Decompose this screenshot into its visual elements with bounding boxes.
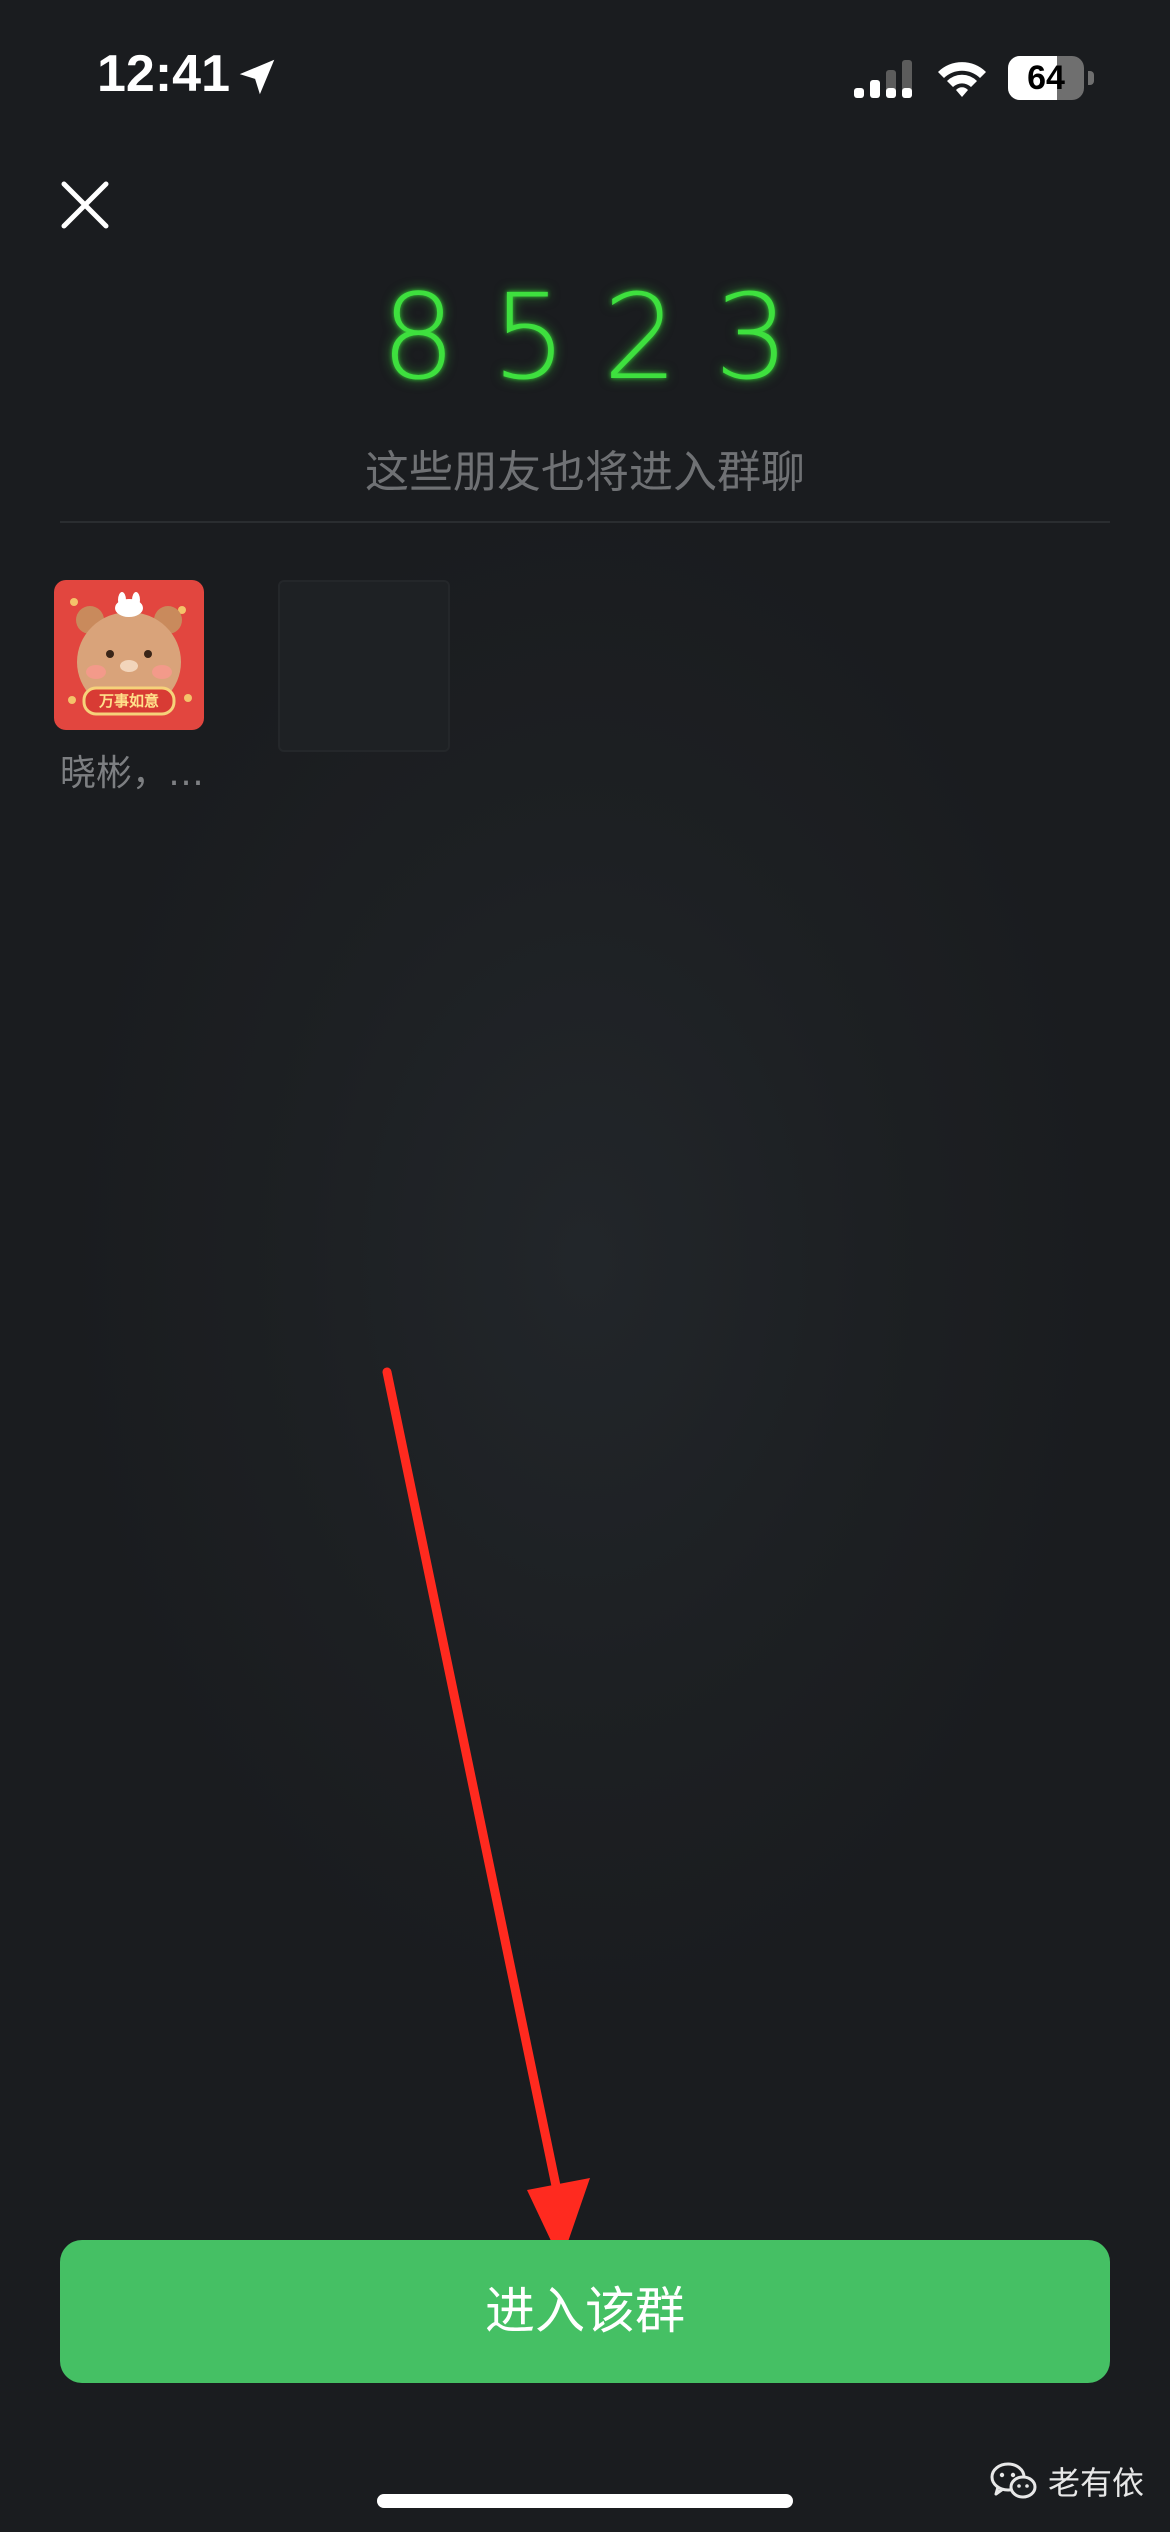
location-arrow-icon — [239, 59, 275, 95]
wechat-icon — [990, 2462, 1037, 2499]
cellular-signal-icon — [854, 60, 912, 98]
divider — [60, 521, 1110, 523]
watermark-text: 老有依 — [1048, 2464, 1145, 2502]
battery-indicator: 64 — [1008, 56, 1094, 100]
member-name: 晓彬，… — [60, 753, 205, 794]
status-time: 12:41 — [97, 45, 230, 103]
avatar: 万事如意 — [54, 580, 204, 730]
battery-body: 64 — [1008, 56, 1084, 100]
close-icon[interactable] — [50, 170, 120, 240]
member-item[interactable]: 万事如意 晓彬，… — [54, 580, 204, 796]
member-list: 万事如意 晓彬，… — [0, 580, 1170, 800]
status-bar: 12:41 64 — [0, 0, 1170, 150]
avatar-placeholder — [278, 580, 450, 752]
subtitle: 这些朋友也将进入群聊 — [365, 447, 805, 498]
wifi-icon — [938, 62, 986, 97]
watermark: 老有依 — [990, 2456, 1144, 2506]
avatar-caption: 万事如意 — [98, 692, 159, 710]
battery-level: 64 — [1027, 59, 1065, 97]
group-code: 8523 — [380, 268, 826, 406]
join-group-button[interactable]: 进入该群 — [60, 2240, 1110, 2383]
bear-avatar-image: 万事如意 — [54, 580, 204, 730]
home-indicator[interactable] — [377, 2494, 793, 2508]
battery-tip — [1088, 71, 1094, 85]
